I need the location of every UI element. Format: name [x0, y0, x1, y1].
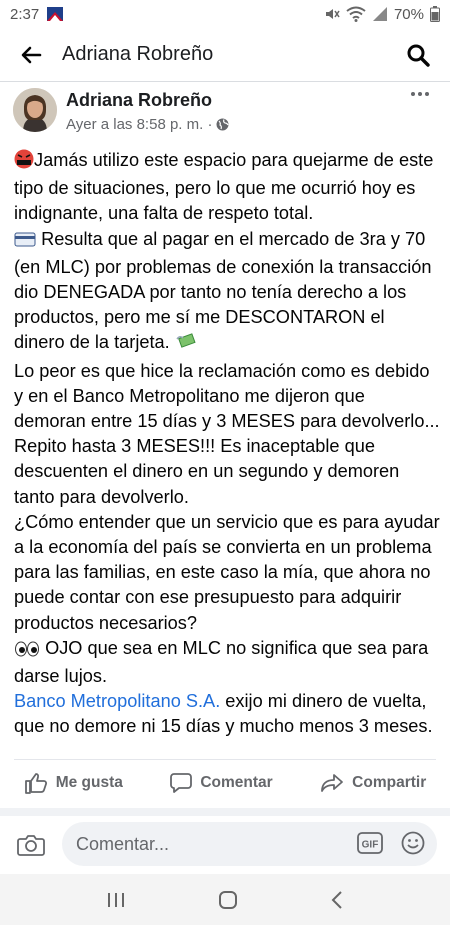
svg-text:GIF: GIF — [362, 840, 379, 851]
money-wings-icon — [175, 331, 197, 358]
post-paragraph: ¿Cómo entender que un servicio que es pa… — [14, 511, 440, 633]
share-button[interactable]: Compartir — [320, 773, 426, 793]
status-icons: 70% — [324, 6, 440, 23]
credit-card-icon — [14, 230, 36, 255]
post-text: Jamás utilizo este espacio para quejarme… — [14, 148, 440, 740]
back-icon[interactable] — [330, 890, 344, 910]
comment-button[interactable]: Comentar — [170, 772, 273, 794]
system-nav-bar — [0, 874, 450, 925]
post-paragraph: OJO que sea en MLC no significa que sea … — [14, 637, 429, 687]
mute-icon — [325, 9, 340, 19]
like-icon — [24, 773, 47, 794]
post-paragraph: Banco Metropolitano S.A. exijo mi dinero… — [14, 691, 433, 737]
comment-placeholder: Comentar... — [76, 833, 170, 854]
battery-icon — [430, 6, 440, 22]
emoji-icon[interactable] — [401, 831, 425, 855]
post-paragraph: Lo peor es que hice la reclamación como … — [14, 360, 440, 507]
wifi-icon — [346, 6, 366, 22]
app-notification-icon — [47, 7, 64, 21]
post-actions: Me gusta Comentar Compartir — [0, 760, 450, 806]
angry-face-icon — [14, 149, 34, 176]
globe-icon — [216, 118, 230, 131]
signal-icon — [372, 7, 387, 21]
post-timestamp[interactable]: Ayer a las 8:58 p. m. · — [66, 116, 212, 133]
post-header: Adriana Robreño Ayer a las 8:58 p. m. · — [0, 82, 450, 144]
recent-apps-icon[interactable] — [106, 891, 126, 909]
status-bar: 2:37 70% — [0, 0, 450, 28]
comment-icon — [170, 773, 193, 793]
comment-input[interactable]: Comentar... GIF — [62, 822, 437, 866]
like-button[interactable]: Me gusta — [24, 772, 123, 794]
comment-composer: Comentar... GIF — [0, 816, 450, 874]
post-paragraph: Resulta que al pagar en el mercado de 3r… — [14, 227, 440, 359]
mention-link[interactable]: Banco Metropolitano S.A. — [14, 691, 220, 711]
page-title: Adriana Robreño — [62, 43, 214, 65]
top-app-bar: Adriana Robreño — [0, 28, 450, 82]
home-icon[interactable] — [218, 890, 238, 910]
share-icon — [321, 774, 344, 792]
back-arrow-icon[interactable] — [20, 44, 42, 66]
search-icon[interactable] — [406, 43, 430, 67]
post-author[interactable]: Adriana Robreño — [66, 90, 212, 111]
post-paragraph: Jamás utilizo este espacio para quejarme… — [14, 149, 434, 224]
section-divider — [0, 808, 450, 816]
avatar[interactable] — [13, 88, 57, 132]
eyes-icon — [14, 639, 40, 664]
more-options-icon[interactable] — [410, 90, 430, 98]
battery-percent: 70% — [393, 5, 424, 23]
camera-icon[interactable] — [17, 833, 45, 857]
post-meta: Ayer a las 8:58 p. m. · — [66, 116, 230, 133]
gif-icon[interactable]: GIF — [357, 832, 383, 854]
status-time: 2:37 — [10, 5, 40, 23]
